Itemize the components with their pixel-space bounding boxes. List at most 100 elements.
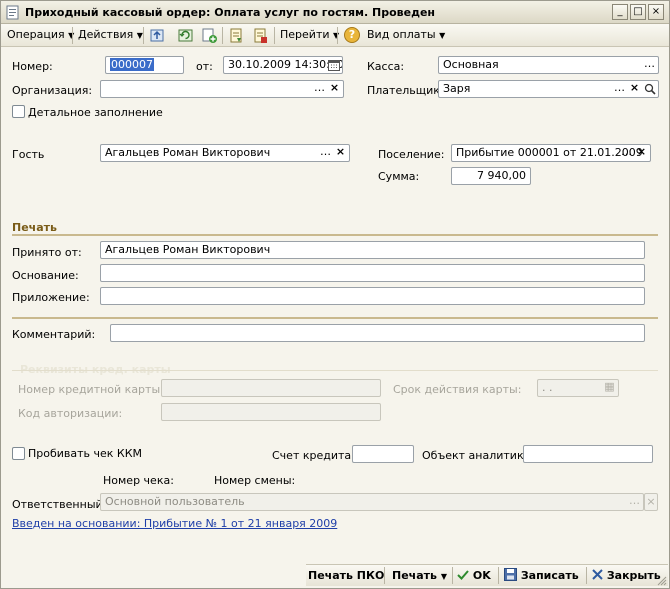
number-field[interactable]: 000007 xyxy=(105,56,184,74)
card-expiry-label: Срок действия карты: xyxy=(393,383,522,396)
save-icon xyxy=(504,568,517,581)
save-button[interactable]: Записать xyxy=(504,568,579,584)
kkm-check-checkbox[interactable] xyxy=(12,447,25,460)
shift-number-label: Номер смены: xyxy=(214,474,296,487)
add-copy-icon[interactable] xyxy=(201,27,218,44)
auth-code-field[interactable] xyxy=(161,403,381,421)
close-button[interactable]: Закрыть xyxy=(592,568,661,584)
document-post-icon[interactable] xyxy=(252,27,269,44)
select-button[interactable]: … xyxy=(642,57,657,73)
detail-fill-label: Детальное заполнение xyxy=(28,106,163,119)
close-window-button[interactable]: × xyxy=(648,4,664,20)
select-button[interactable]: … xyxy=(612,81,627,97)
guest-field[interactable]: Агальцев Роман Викторович … × xyxy=(100,144,350,162)
clear-icon[interactable]: × xyxy=(644,493,658,511)
document-move-icon[interactable] xyxy=(228,27,245,44)
select-button[interactable]: … xyxy=(619,145,634,161)
calendar-icon[interactable] xyxy=(328,59,340,71)
calendar-icon[interactable]: ▦ xyxy=(602,380,617,396)
print-button-label: Печать xyxy=(392,569,437,582)
window-title: Приходный кассовый ордер: Оплата услуг п… xyxy=(25,6,436,19)
payment-type-menu[interactable]: Вид оплаты ▼ xyxy=(367,27,445,43)
toolbar-separator xyxy=(222,27,223,44)
section-divider xyxy=(12,370,658,371)
kassa-value: Основная xyxy=(443,58,499,71)
detail-fill-checkbox[interactable] xyxy=(12,105,25,118)
close-button-label: Закрыть xyxy=(606,569,661,582)
guest-label: Гость xyxy=(12,148,45,161)
responsible-label: Ответственный: xyxy=(12,498,107,511)
settlement-field[interactable]: Прибытие 000001 от 21.01.2009 … × xyxy=(451,144,651,162)
received-from-value: Агальцев Роман Викторович xyxy=(105,243,271,256)
refresh-icon[interactable] xyxy=(177,27,194,44)
kassa-field[interactable]: Основная … xyxy=(438,56,659,74)
maximize-button[interactable]: □ xyxy=(630,4,646,20)
analytics-object-label: Объект аналитики: xyxy=(422,449,535,462)
print-pko-button[interactable]: Печать ПКО xyxy=(308,568,384,584)
credit-account-label: Счет кредита: xyxy=(272,449,355,462)
organization-field[interactable]: … × xyxy=(100,80,344,98)
analytics-object-field[interactable] xyxy=(523,445,653,463)
responsible-value: Основной пользователь xyxy=(105,495,245,508)
go-up-icon[interactable] xyxy=(149,27,166,44)
date-label: от: xyxy=(196,60,213,73)
sum-field[interactable]: 7 940,00 xyxy=(451,167,531,185)
toolbar-separator xyxy=(337,27,338,44)
sum-label: Сумма: xyxy=(378,170,420,183)
bottom-bar: Печать ПКО Печать ▼ OK Записать Закрыть xyxy=(306,564,668,586)
section-divider xyxy=(12,317,658,319)
goto-menu[interactable]: Перейти ▼ xyxy=(280,27,339,43)
toolbar-separator xyxy=(586,567,587,584)
ok-button[interactable]: OK xyxy=(457,568,491,584)
received-from-field[interactable]: Агальцев Роман Викторович xyxy=(100,241,645,259)
minimize-button[interactable]: _ xyxy=(612,4,628,20)
print-button[interactable]: Печать ▼ xyxy=(392,568,447,584)
card-number-label: Номер кредитной карты: xyxy=(18,383,164,396)
select-button[interactable]: … xyxy=(627,494,642,510)
toolbar-separator xyxy=(452,567,453,584)
help-icon[interactable]: ? xyxy=(344,27,360,43)
clear-icon[interactable]: × xyxy=(333,145,348,161)
card-expiry-field[interactable]: . . ▦ xyxy=(537,379,619,397)
search-icon[interactable] xyxy=(644,83,656,95)
payer-field[interactable]: Заря … × xyxy=(438,80,659,98)
operation-menu-label: Операция xyxy=(7,28,65,41)
goto-menu-label: Перейти xyxy=(280,28,330,41)
chevron-down-icon: ▼ xyxy=(439,31,446,40)
check-number-label: Номер чека: xyxy=(103,474,174,487)
kassa-label: Касса: xyxy=(367,60,405,73)
credit-account-field[interactable] xyxy=(352,445,414,463)
card-number-field[interactable] xyxy=(161,379,381,397)
select-button[interactable]: … xyxy=(318,145,333,161)
toolbar-separator xyxy=(498,567,499,584)
kkm-check-label: Пробивать чек ККМ xyxy=(28,447,143,460)
attachment-field[interactable] xyxy=(100,287,645,305)
actions-menu[interactable]: Действия ▼ xyxy=(78,27,143,43)
basis-document-link[interactable]: Введен на основании: Прибытие № 1 от 21 … xyxy=(12,517,337,530)
operation-menu[interactable]: Операция ▼ xyxy=(7,27,74,43)
guest-value: Агальцев Роман Викторович xyxy=(105,146,271,159)
section-divider xyxy=(12,234,658,236)
document-window: Приходный кассовый ордер: Оплата услуг п… xyxy=(0,0,670,589)
select-button[interactable]: … xyxy=(312,81,327,97)
clear-icon[interactable]: × xyxy=(327,81,342,97)
responsible-field[interactable]: Основной пользователь … xyxy=(100,493,644,511)
received-from-label: Принято от: xyxy=(12,246,82,259)
basis-field[interactable] xyxy=(100,264,645,282)
actions-menu-label: Действия xyxy=(78,28,134,41)
clear-icon[interactable]: × xyxy=(634,145,649,161)
comment-field[interactable] xyxy=(110,324,645,342)
clear-icon[interactable]: × xyxy=(627,81,642,97)
document-icon xyxy=(6,5,19,20)
chevron-down-icon: ▼ xyxy=(136,31,143,40)
checkmark-icon xyxy=(457,570,469,580)
comment-label: Комментарий: xyxy=(12,328,96,341)
basis-label: Основание: xyxy=(12,269,79,282)
date-field[interactable]: 30.10.2009 14:30:30 xyxy=(223,56,343,74)
chevron-down-icon: ▼ xyxy=(440,572,447,581)
organization-label: Организация: xyxy=(12,84,93,97)
resize-grip-icon[interactable] xyxy=(657,576,667,586)
sum-value: 7 940,00 xyxy=(477,169,526,182)
title-bar: Приходный кассовый ордер: Оплата услуг п… xyxy=(1,1,669,24)
attachment-label: Приложение: xyxy=(12,291,90,304)
